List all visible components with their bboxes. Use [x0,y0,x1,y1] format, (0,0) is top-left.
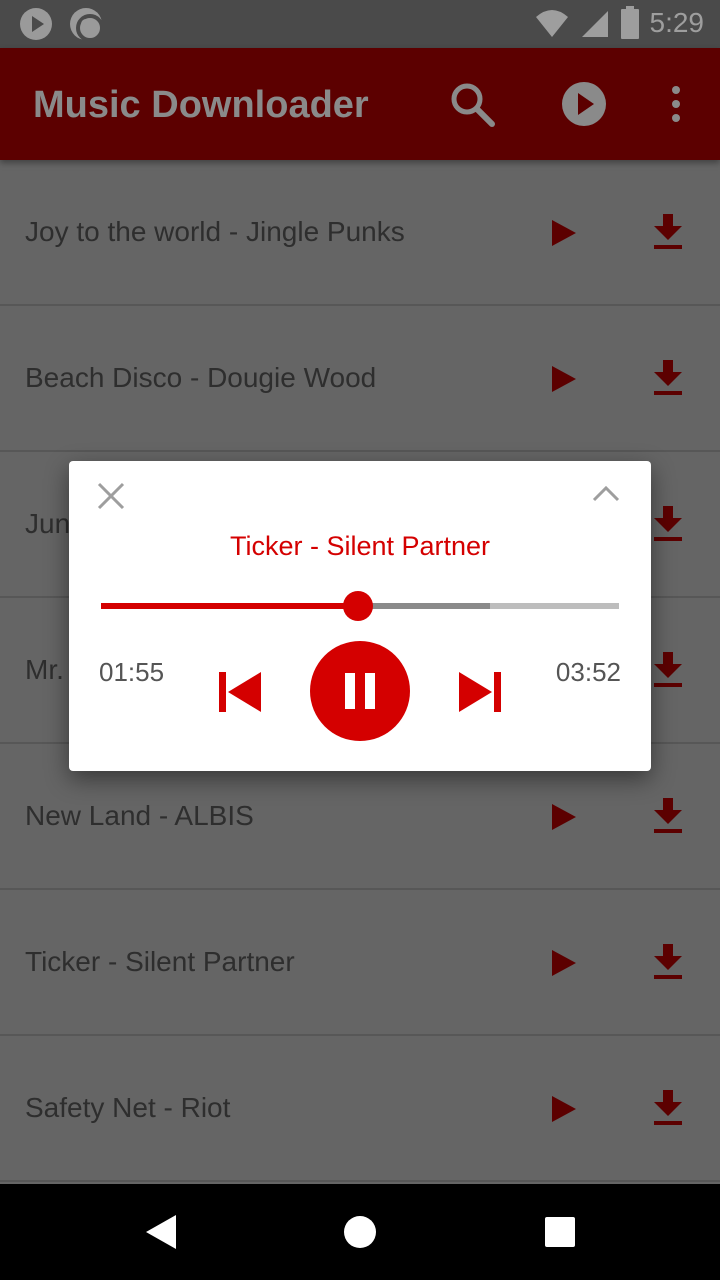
battery-icon [620,6,639,39]
home-icon[interactable] [344,1216,376,1248]
back-icon[interactable] [146,1215,176,1249]
download-icon[interactable] [652,1090,684,1126]
app-title: Music Downloader [33,84,369,126]
player-dialog: Ticker - Silent Partner 01:55 03:52 [69,461,651,771]
song-row[interactable]: Safety Net - Riot [0,1036,720,1182]
pause-icon[interactable] [310,641,410,741]
track-title: Ticker - Silent Partner [229,531,491,561]
song-row[interactable]: Beach Disco - Dougie Wood [0,306,720,452]
seek-bar[interactable] [101,591,619,621]
signal-icon [581,11,608,37]
song-title: Ticker - Silent Partner [25,946,295,977]
download-icon[interactable] [652,944,684,980]
wifi-icon [535,10,568,37]
play-circle-icon[interactable] [558,78,610,130]
navigation-bar [0,1184,720,1280]
record-notification-icon [70,8,104,42]
play-icon[interactable] [552,1096,576,1122]
more-vert-icon[interactable] [650,78,702,130]
play-icon[interactable] [552,366,576,392]
recents-icon[interactable] [545,1217,575,1247]
download-icon[interactable] [652,652,684,688]
seek-progress [101,603,358,609]
song-title: Safety Net - Riot [25,1092,231,1123]
song-row[interactable]: Ticker - Silent Partner [0,890,720,1036]
download-icon[interactable] [652,214,684,250]
song-row[interactable]: Joy to the world - Jingle Punks [0,160,720,306]
download-icon[interactable] [652,360,684,396]
song-title: New Land - ALBIS [25,800,254,831]
time-elapsed: 01:55 [99,657,165,687]
close-icon[interactable] [96,481,126,511]
song-title: Joy to the world - Jingle Punks [25,216,405,247]
chevron-up-icon[interactable] [591,483,621,503]
seek-thumb[interactable] [342,591,373,621]
play-icon[interactable] [552,804,576,830]
play-notification-icon [20,8,52,40]
play-icon[interactable] [552,220,576,246]
time-total: 03:52 [555,657,621,687]
song-title: Mr. [25,654,64,685]
status-time: 5:29 [649,7,705,38]
download-icon[interactable] [652,798,684,834]
skip-previous-icon[interactable] [219,671,261,713]
download-icon[interactable] [652,506,684,542]
app-bar: Music Downloader [0,48,720,160]
song-title: Jun [25,508,71,539]
play-icon[interactable] [552,950,576,976]
status-bar: 5:29 [0,0,720,48]
skip-next-icon[interactable] [459,671,501,713]
song-title: Beach Disco - Dougie Wood [25,362,377,393]
search-icon[interactable] [446,78,498,130]
